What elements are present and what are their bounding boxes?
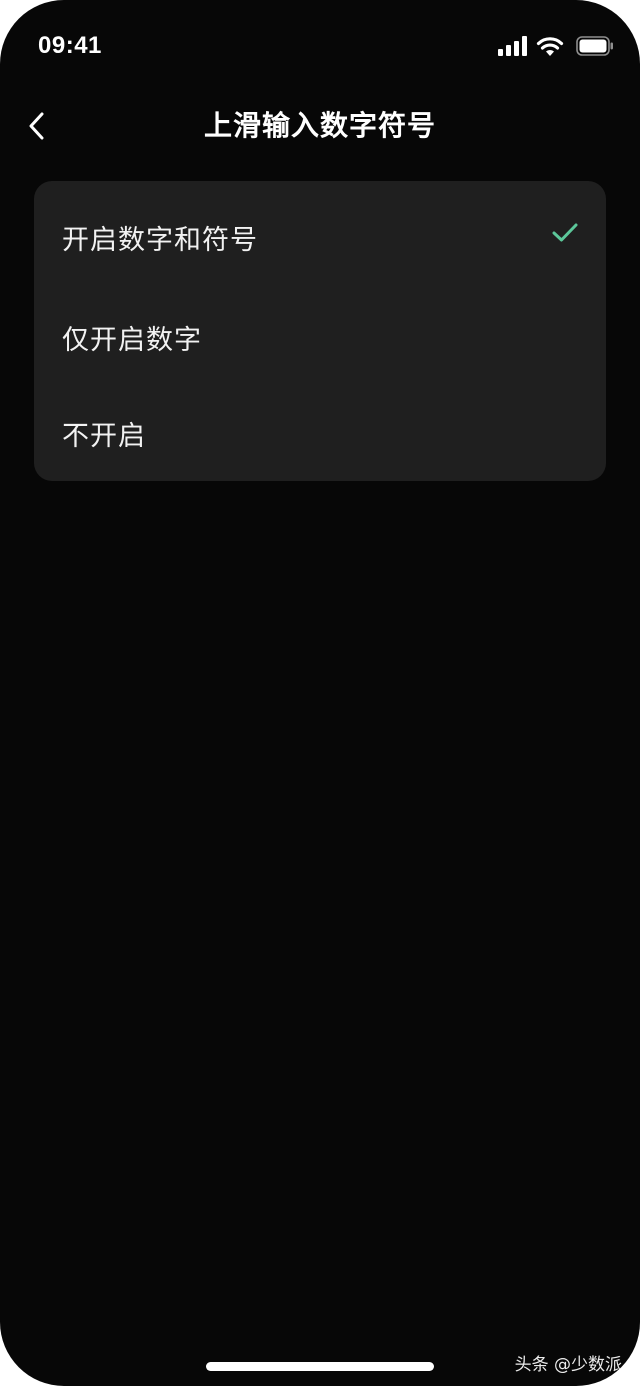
home-indicator[interactable] — [206, 1362, 434, 1371]
status-time: 09:41 — [38, 32, 102, 59]
navigation-bar: 上滑输入数字符号 — [0, 92, 640, 156]
watermark: 头条 @少数派 — [514, 1355, 622, 1375]
battery-icon — [576, 36, 613, 56]
checkmark-icon — [552, 223, 578, 242]
phone-screen: 09:41 上滑输入数字符号 开启数字和符号 仅开启数字 不开启 头条 @少数派 — [0, 0, 640, 1386]
option-label: 开启数字和符号 — [62, 224, 258, 256]
option-off[interactable]: 不开启 — [34, 385, 606, 481]
option-label: 仅开启数字 — [62, 324, 202, 356]
option-numbers-and-symbols[interactable]: 开启数字和符号 — [34, 181, 606, 289]
status-bar: 09:41 — [0, 0, 640, 92]
cellular-signal-icon — [498, 36, 527, 56]
page-title: 上滑输入数字符号 — [203, 109, 436, 142]
options-list: 开启数字和符号 仅开启数字 不开启 — [34, 181, 606, 481]
wifi-icon — [536, 37, 564, 56]
option-numbers-only[interactable]: 仅开启数字 — [34, 289, 606, 385]
option-label: 不开启 — [62, 420, 146, 452]
